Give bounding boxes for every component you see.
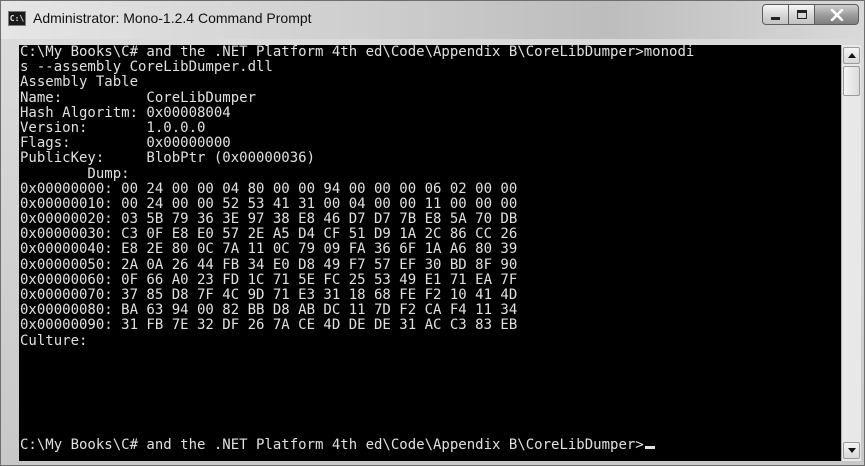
maximize-icon: [796, 10, 807, 19]
console-line: 0x00000010: 00 24 00 00 52 53 41 31 00 0…: [20, 195, 518, 212]
minimize-button[interactable]: [762, 4, 789, 25]
console-line: Hash Algoritm: 0x00008004: [20, 104, 231, 121]
console-line: Version: 1.0.0.0: [20, 119, 206, 136]
console-line: Dump:: [20, 165, 130, 182]
console-line: Flags: 0x00000000: [20, 135, 231, 152]
command-prompt-line[interactable]: C:\My Books\C# and the .NET Platform 4th…: [19, 437, 655, 453]
console-line: Culture:: [20, 332, 88, 349]
title-bar[interactable]: C:\ Administrator: Mono-1.2.4 Command Pr…: [1, 1, 864, 39]
scrollbar-thumb[interactable]: [843, 66, 860, 96]
console-line: 0x00000020: 03 5B 79 36 3E 97 38 E8 46 D…: [20, 211, 518, 228]
maximize-button[interactable]: [788, 4, 815, 25]
scroll-down-button[interactable]: [843, 442, 860, 459]
scroll-up-button[interactable]: [843, 47, 860, 64]
console-line: 0x00000060: 0F 66 A0 23 FD 1C 71 5E FC 2…: [20, 271, 518, 288]
close-button[interactable]: [814, 4, 859, 25]
console-line: 0x00000090: 31 FB 7E 32 DF 26 7A CE 4D D…: [20, 317, 518, 334]
console-line: 0x00000030: C3 0F E8 E0 57 2E A5 D4 CF 5…: [20, 226, 518, 243]
console-output-area[interactable]: C:\My Books\C# and the .NET Platform 4th…: [19, 45, 841, 461]
vertical-scrollbar[interactable]: [841, 45, 861, 461]
console-line: PublicKey: BlobPtr (0x00000036): [20, 150, 316, 167]
minimize-icon: [771, 16, 780, 20]
prompt-text: C:\My Books\C# and the .NET Platform 4th…: [20, 437, 644, 453]
text-cursor: [644, 446, 655, 449]
console-line: 0x00000050: 2A 0A 26 44 FB 34 E0 D8 49 F…: [20, 256, 518, 273]
console-window: C:\ Administrator: Mono-1.2.4 Command Pr…: [0, 0, 865, 466]
console-line: 0x00000000: 00 24 00 00 04 80 00 00 94 0…: [20, 180, 518, 197]
console-line: 0x00000070: 37 85 D8 7F 4C 9D 71 E3 31 1…: [20, 287, 518, 303]
console-app-icon[interactable]: C:\: [8, 11, 26, 26]
console-line: 0x00000080: BA 63 94 00 82 BB D8 AB DC 1…: [20, 302, 518, 319]
window-title: Administrator: Mono-1.2.4 Command Prompt: [33, 10, 312, 26]
console-line: Assembly Table: [20, 74, 139, 91]
scroll-down-arrow-icon: [847, 448, 856, 453]
console-line: C:\My Books\C# and the .NET Platform 4th…: [20, 45, 695, 60]
console-line: Name: CoreLibDumper: [20, 89, 257, 106]
console-line: s --assembly CoreLibDumper.dll: [20, 59, 273, 76]
scroll-up-arrow-icon: [847, 53, 856, 58]
console-line: 0x00000040: E8 2E 80 0C 7A 11 0C 79 09 F…: [20, 241, 518, 258]
console-output-lines: C:\My Books\C# and the .NET Platform 4th…: [19, 45, 841, 349]
close-icon: [830, 8, 843, 21]
